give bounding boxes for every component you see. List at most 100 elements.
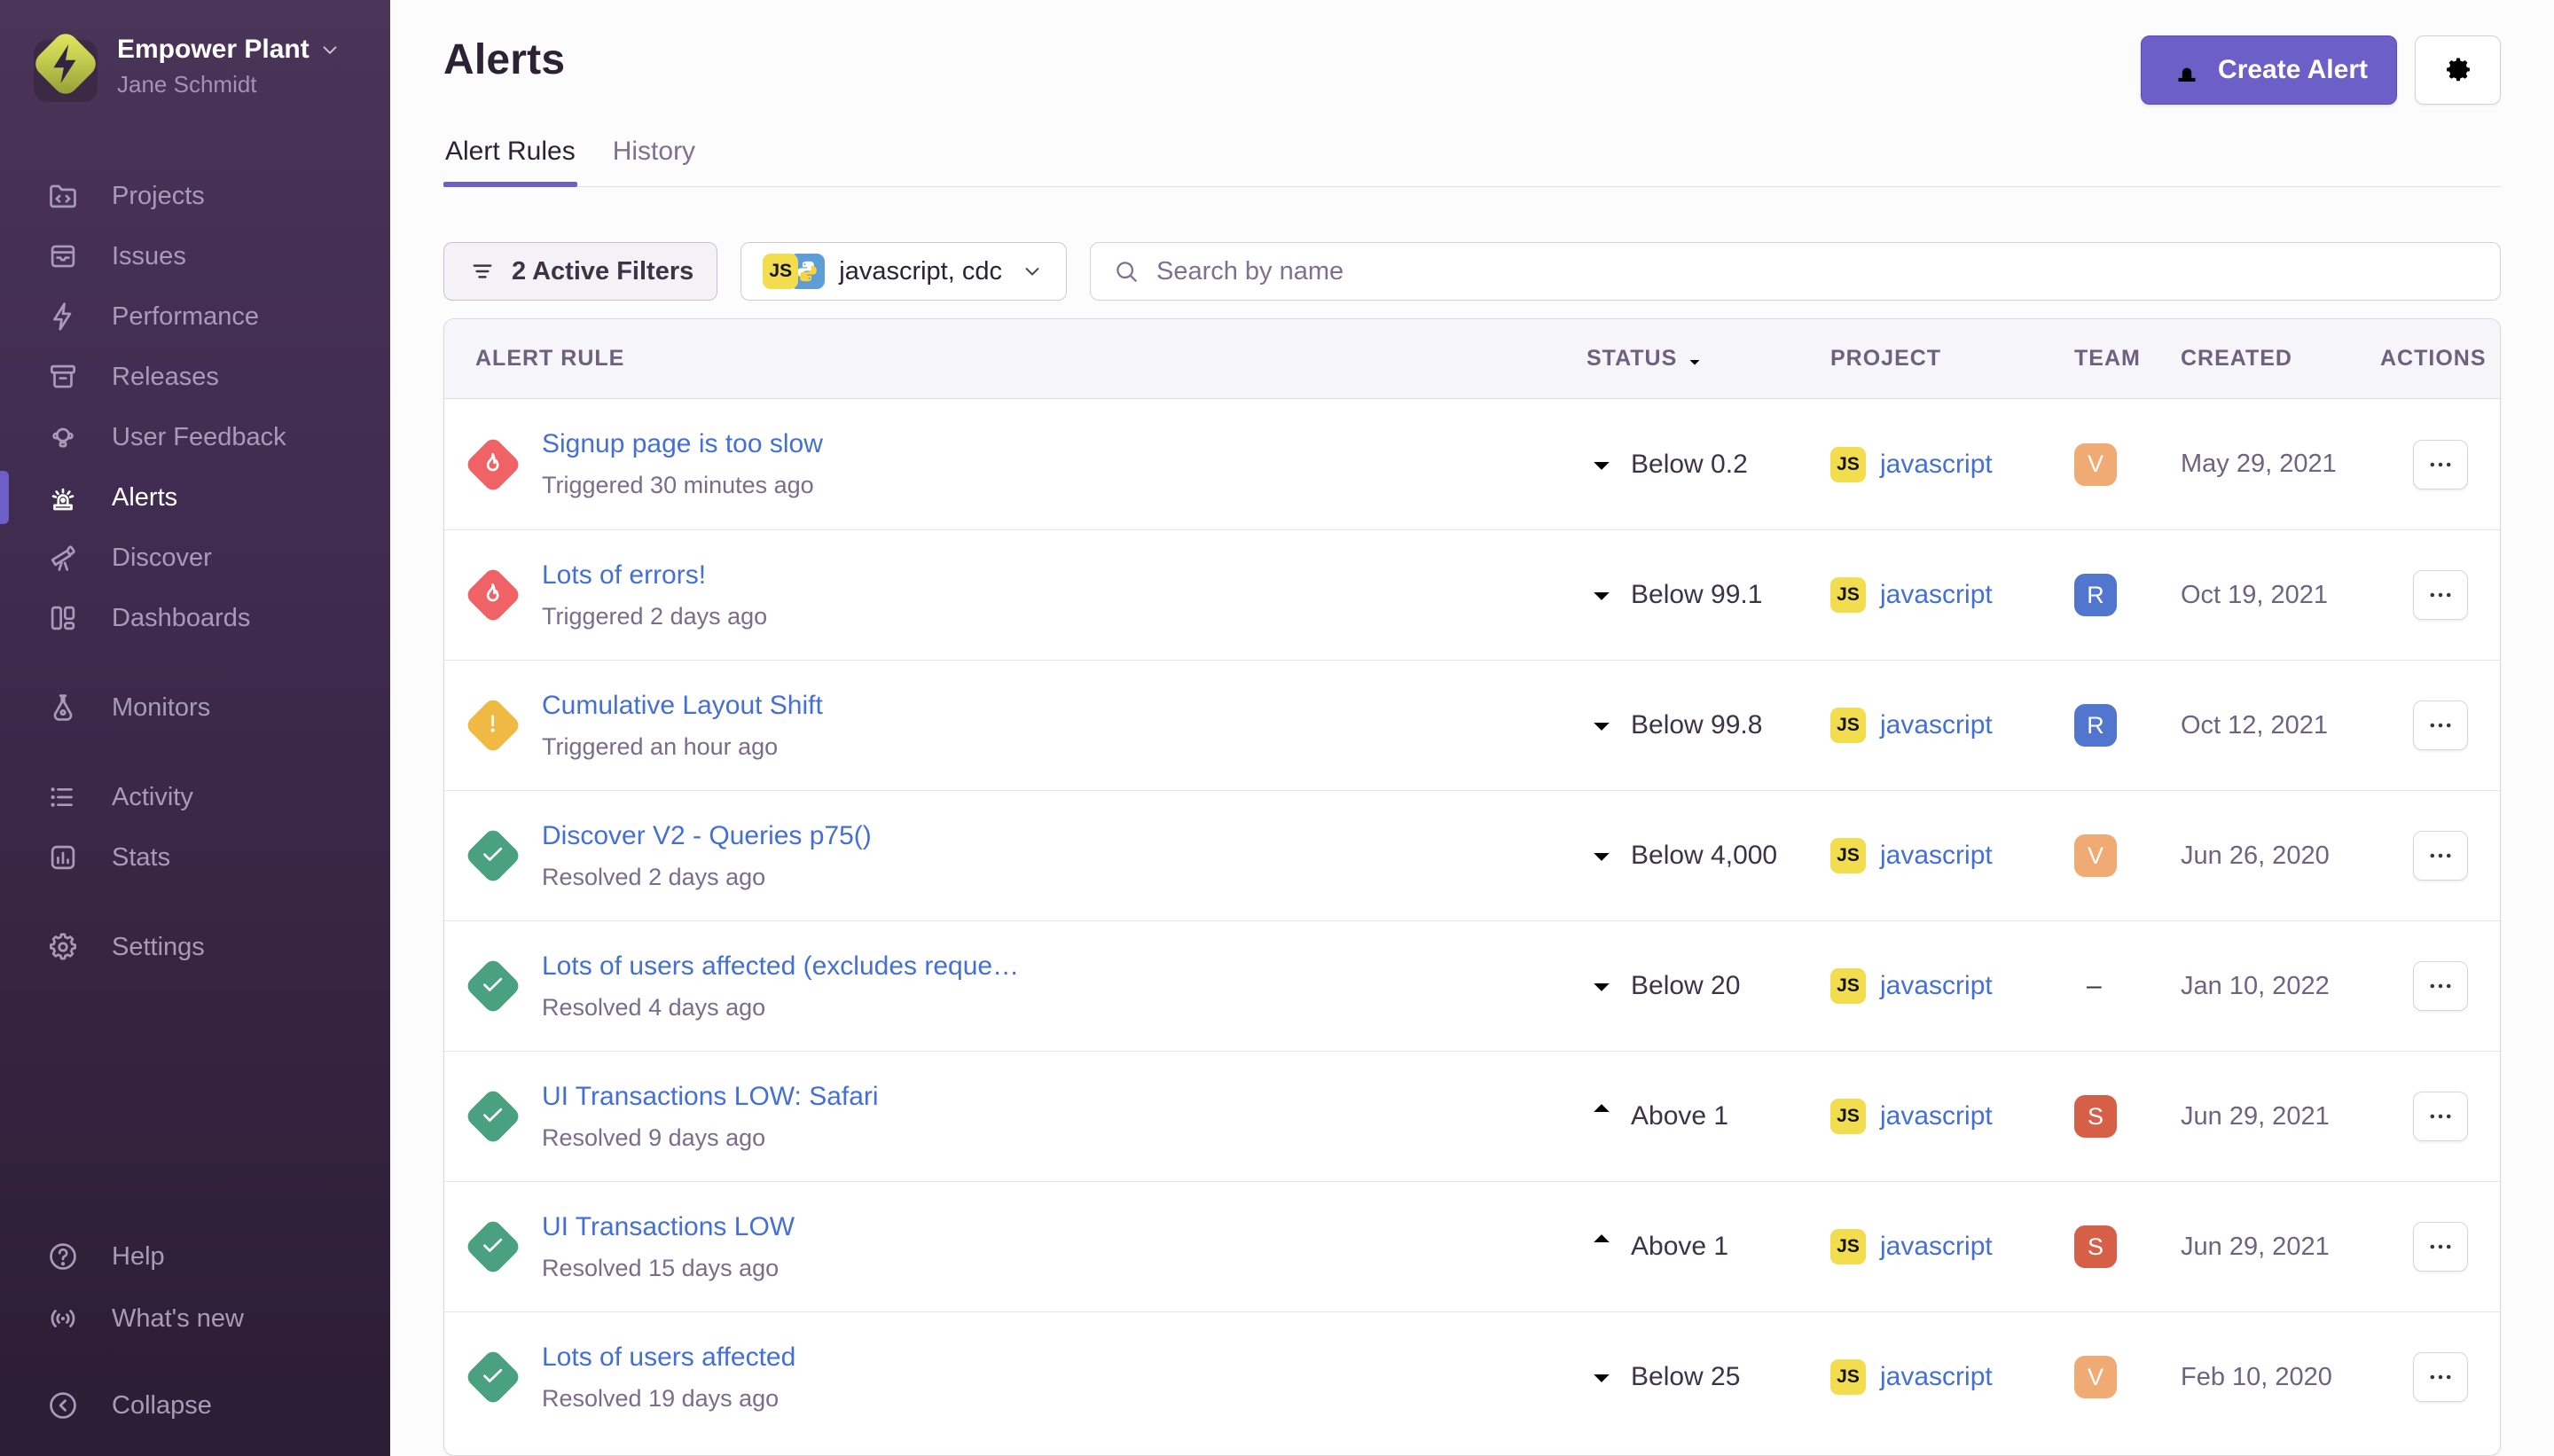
project-filter-value: javascript, cdc xyxy=(839,257,1002,286)
sidebar-item-settings[interactable]: Settings xyxy=(0,917,390,977)
row-actions-button[interactable] xyxy=(2413,570,2468,620)
project-link[interactable]: javascript xyxy=(1880,450,1993,480)
created-cell: Jun 26, 2020 xyxy=(2181,842,2380,871)
sidebar-item-stats[interactable]: Stats xyxy=(0,827,390,888)
status-cell: Above 1 xyxy=(1586,1228,1830,1265)
project-link[interactable]: javascript xyxy=(1880,841,1993,871)
sidebar-item-what-s-new[interactable]: What's new xyxy=(0,1288,390,1350)
team-badge[interactable]: S xyxy=(2074,1225,2117,1268)
team-cell: S xyxy=(2074,1225,2181,1268)
sidebar-item-label: Alerts xyxy=(112,483,177,513)
flask-icon xyxy=(46,691,80,724)
team-badge[interactable]: V xyxy=(2074,834,2117,877)
column-header-alert-rule[interactable]: Alert Rule xyxy=(444,346,1586,372)
create-alert-button[interactable]: Create Alert xyxy=(2141,35,2397,105)
sidebar: Empower Plant Jane Schmidt Projects Issue… xyxy=(0,0,390,1456)
status-text: Below 20 xyxy=(1631,971,1740,1001)
alert-rule-link[interactable]: Lots of users affected xyxy=(542,1342,795,1373)
project-link[interactable]: javascript xyxy=(1880,710,1993,740)
javascript-platform-icon: JS xyxy=(763,254,798,289)
sidebar-item-discover[interactable]: Discover xyxy=(0,528,390,588)
alert-rule-link[interactable]: UI Transactions LOW: Safari xyxy=(542,1082,879,1112)
table-row: UI Transactions LOW: Safari Resolved 9 d… xyxy=(444,1051,2500,1181)
team-badge[interactable]: R xyxy=(2074,704,2117,747)
created-cell: Jun 29, 2021 xyxy=(2181,1233,2380,1262)
sidebar-item-label: Issues xyxy=(112,242,186,271)
row-actions-button[interactable] xyxy=(2413,1352,2468,1402)
project-link[interactable]: javascript xyxy=(1880,580,1993,610)
team-cell: R xyxy=(2074,704,2181,747)
project-link[interactable]: javascript xyxy=(1880,1362,1993,1392)
sidebar-item-user-feedback[interactable]: User Feedback xyxy=(0,407,390,467)
alert-rule-link[interactable]: Signup page is too slow xyxy=(542,429,823,459)
alert-severity-cell xyxy=(444,1226,542,1267)
row-actions-button[interactable] xyxy=(2413,961,2468,1011)
severity-diamond-icon xyxy=(464,1087,521,1145)
sidebar-item-releases[interactable]: Releases xyxy=(0,347,390,407)
row-actions-button[interactable] xyxy=(2413,701,2468,750)
row-actions-button[interactable] xyxy=(2413,440,2468,489)
org-switcher[interactable]: Empower Plant Jane Schmidt xyxy=(0,0,390,98)
sidebar-item-alerts[interactable]: Alerts xyxy=(0,467,390,528)
alert-rule-note: Triggered 2 days ago xyxy=(542,603,1560,630)
column-header-project[interactable]: Project xyxy=(1830,346,2074,372)
project-link[interactable]: javascript xyxy=(1880,1232,1993,1262)
alert-rule-note: Resolved 9 days ago xyxy=(542,1124,1560,1152)
sidebar-item-dashboards[interactable]: Dashboards xyxy=(0,588,390,648)
ellipsis-icon xyxy=(2425,971,2456,1001)
alerts-settings-button[interactable] xyxy=(2415,35,2501,105)
bar-chart-icon xyxy=(46,841,80,874)
team-badge[interactable]: V xyxy=(2074,1356,2117,1398)
check-icon xyxy=(478,1100,508,1134)
alert-rules-table: Alert Rule Status Project Team Created A… xyxy=(443,318,2501,1456)
sidebar-item-collapse[interactable]: Collapse xyxy=(0,1374,390,1436)
gear-icon xyxy=(2442,54,2474,86)
team-badge[interactable]: R xyxy=(2074,574,2117,616)
sidebar-item-activity[interactable]: Activity xyxy=(0,767,390,827)
column-header-created[interactable]: Created xyxy=(2181,346,2380,372)
arrow-up-icon xyxy=(1586,1228,1617,1265)
tab-label: History xyxy=(613,137,695,166)
active-filters-button[interactable]: 2 Active Filters xyxy=(443,242,717,301)
ellipsis-icon xyxy=(2425,710,2456,740)
sidebar-item-help[interactable]: Help xyxy=(0,1225,390,1288)
alert-rule-link[interactable]: Lots of users affected (excludes reque… xyxy=(542,951,1019,982)
status-cell: Above 1 xyxy=(1586,1098,1830,1135)
actions-cell xyxy=(2380,570,2500,620)
row-actions-button[interactable] xyxy=(2413,1092,2468,1141)
tab-alert-rules[interactable]: Alert Rules xyxy=(443,128,577,186)
row-actions-button[interactable] xyxy=(2413,1222,2468,1272)
sidebar-item-label: Discover xyxy=(112,544,212,573)
status-cell: Below 99.1 xyxy=(1586,576,1830,614)
tab-history[interactable]: History xyxy=(611,128,697,186)
project-link[interactable]: javascript xyxy=(1880,1101,1993,1131)
alert-rule-link[interactable]: Lots of errors! xyxy=(542,560,706,591)
sidebar-item-issues[interactable]: Issues xyxy=(0,226,390,286)
alert-rule-link[interactable]: Cumulative Layout Shift xyxy=(542,691,823,721)
status-cell: Below 25 xyxy=(1586,1358,1830,1396)
project-link[interactable]: javascript xyxy=(1880,971,1993,1001)
archive-icon xyxy=(46,360,80,394)
sidebar-item-projects[interactable]: Projects xyxy=(0,166,390,226)
row-actions-button[interactable] xyxy=(2413,831,2468,881)
project-filter-dropdown[interactable]: JS javascript, cdc xyxy=(740,242,1067,301)
team-badge[interactable]: S xyxy=(2074,1095,2117,1138)
search-input[interactable] xyxy=(1156,257,2479,286)
org-user: Jane Schmidt xyxy=(117,71,341,98)
alert-rule-link[interactable]: Discover V2 - Queries p75() xyxy=(542,821,872,851)
table-header-row: Alert Rule Status Project Team Created A… xyxy=(444,319,2500,399)
column-header-team[interactable]: Team xyxy=(2074,346,2181,372)
nav-group-gap xyxy=(0,888,390,917)
sidebar-item-monitors[interactable]: Monitors xyxy=(0,677,390,738)
project-cell: JS javascript xyxy=(1830,1099,2074,1134)
check-icon xyxy=(478,839,508,873)
status-cell: Below 4,000 xyxy=(1586,837,1830,874)
filter-row: 2 Active Filters JS javascript, cdc xyxy=(443,242,2501,301)
column-header-status[interactable]: Status xyxy=(1586,346,1830,372)
sidebar-item-performance[interactable]: Performance xyxy=(0,286,390,347)
team-badge[interactable]: V xyxy=(2074,443,2117,486)
alert-rule-cell: Signup page is too slow Triggered 30 min… xyxy=(542,429,1586,499)
severity-diamond-icon xyxy=(464,696,521,754)
alert-rule-link[interactable]: UI Transactions LOW xyxy=(542,1212,795,1242)
project-cell: JS javascript xyxy=(1830,838,2074,873)
